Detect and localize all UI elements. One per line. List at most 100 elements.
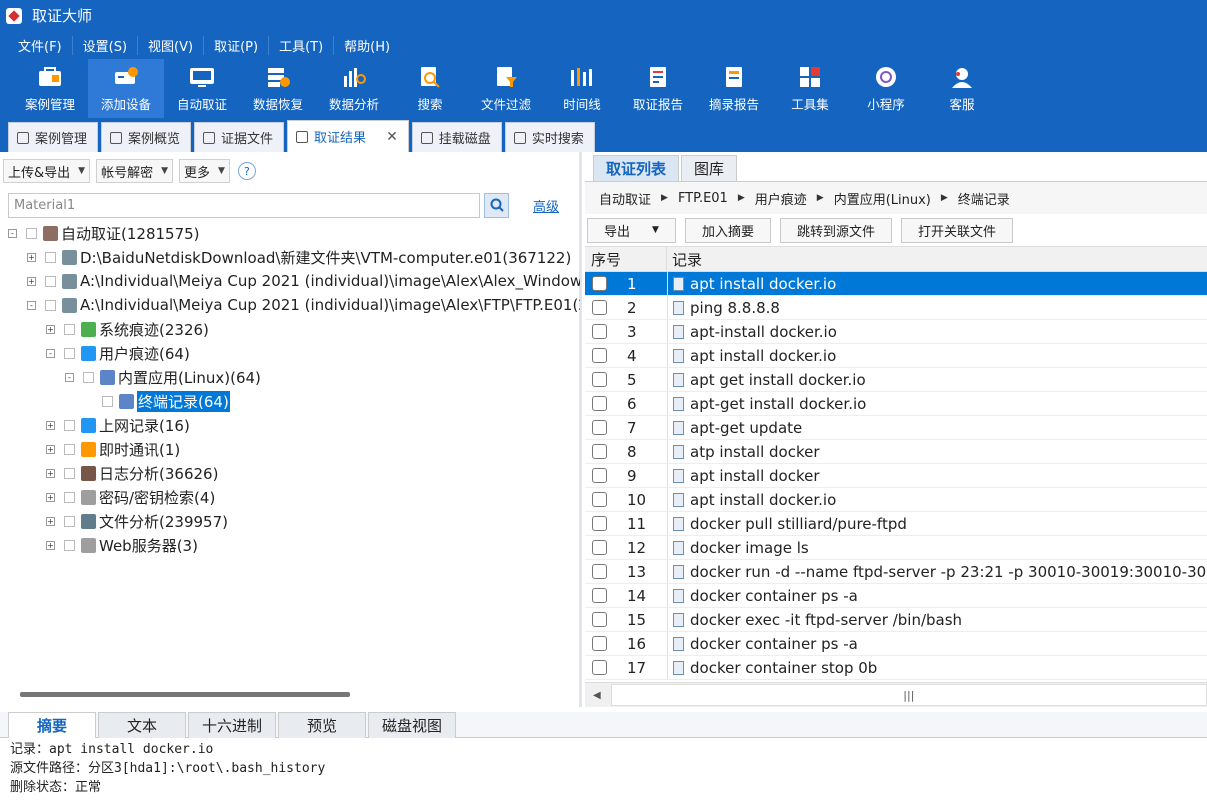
tree-checkbox[interactable]: [26, 227, 37, 239]
tree-node[interactable]: + 系统痕迹(2326): [0, 317, 580, 341]
expand-icon[interactable]: +: [27, 276, 36, 286]
tree-checkbox[interactable]: [64, 539, 75, 551]
menu-file[interactable]: 文件(F): [8, 35, 73, 55]
file-filter-button[interactable]: 文件过滤: [468, 59, 544, 118]
expand-icon[interactable]: [84, 397, 93, 406]
table-row[interactable]: 10 apt install docker.io: [585, 488, 1207, 512]
tab-mount-disk[interactable]: 挂载磁盘: [411, 122, 502, 152]
row-checkbox[interactable]: [592, 660, 607, 675]
row-checkbox[interactable]: [592, 588, 607, 603]
scroll-thumb[interactable]: |||: [610, 684, 1207, 706]
row-checkbox[interactable]: [592, 276, 607, 291]
breadcrumb-item[interactable]: 自动取证: [599, 189, 651, 208]
expand-icon[interactable]: +: [46, 324, 55, 334]
table-row[interactable]: 5 apt get install docker.io: [585, 368, 1207, 392]
advanced-search-link[interactable]: 高级: [533, 196, 559, 215]
help-icon[interactable]: ?: [237, 162, 256, 180]
jump-to-source-button[interactable]: 跳转到源文件: [779, 217, 892, 243]
table-horizontal-scrollbar[interactable]: ◀ |||: [585, 682, 1207, 707]
tree-node[interactable]: + 日志分析(36626): [0, 461, 580, 485]
tree-node[interactable]: - 内置应用(Linux)(64): [0, 365, 580, 389]
table-row[interactable]: 15 docker exec -it ftpd-server /bin/bash: [585, 608, 1207, 632]
table-row[interactable]: 3 apt-install docker.io: [585, 320, 1207, 344]
export-button[interactable]: 导出 ▼: [587, 217, 676, 243]
tab-summary[interactable]: 摘要: [8, 712, 96, 738]
customer-service-button[interactable]: 客服: [924, 59, 1000, 118]
tab-case-management[interactable]: 案例管理: [8, 122, 99, 152]
account-decrypt-dropdown[interactable]: 帐号解密 ▼: [96, 159, 173, 183]
tree-node[interactable]: + 文件分析(239957): [0, 509, 580, 533]
row-checkbox[interactable]: [592, 468, 607, 483]
expand-icon[interactable]: +: [46, 468, 55, 478]
excerpt-report-button[interactable]: 摘录报告: [696, 59, 772, 118]
menu-help[interactable]: 帮助(H): [334, 36, 400, 55]
tab-case-overview[interactable]: 案例概览: [101, 122, 192, 152]
auto-forensics-button[interactable]: 自动取证: [164, 59, 240, 118]
tab-hex[interactable]: 十六进制: [188, 712, 276, 738]
horizontal-scrollbar[interactable]: [20, 692, 350, 697]
forensics-report-button[interactable]: 取证报告: [620, 59, 696, 118]
table-row[interactable]: 14 docker container ps -a: [585, 584, 1207, 608]
expand-icon[interactable]: +: [46, 492, 55, 502]
expand-icon[interactable]: +: [46, 516, 55, 526]
tree-node[interactable]: - A:\Individual\Meiya Cup 2021 (individua…: [0, 293, 580, 317]
open-related-file-button[interactable]: 打开关联文件: [900, 217, 1013, 243]
menu-settings[interactable]: 设置(S): [73, 35, 139, 55]
tree-node[interactable]: - 用户痕迹(64): [0, 341, 580, 365]
row-checkbox[interactable]: [592, 612, 607, 627]
table-row[interactable]: 17 docker container stop 0b: [585, 656, 1207, 680]
expand-icon[interactable]: +: [46, 540, 55, 550]
tree-checkbox[interactable]: [64, 323, 75, 335]
tree-node[interactable]: + D:\BaiduNetdiskDownload\新建文件夹\VTM-compu…: [0, 245, 580, 269]
row-checkbox[interactable]: [592, 444, 607, 459]
tree-checkbox[interactable]: [45, 275, 56, 287]
breadcrumb-item[interactable]: 终端记录: [958, 189, 1010, 208]
more-dropdown[interactable]: 更多 ▼: [179, 159, 230, 183]
tab-realtime-search[interactable]: 实时搜索: [504, 122, 595, 152]
add-summary-button[interactable]: 加入摘要: [684, 217, 771, 243]
tree-node[interactable]: + Web服务器(3): [0, 533, 580, 557]
tree-checkbox[interactable]: [64, 419, 75, 431]
row-checkbox[interactable]: [592, 348, 607, 363]
toolset-button[interactable]: 工具集: [772, 59, 848, 118]
scroll-left-icon[interactable]: ◀: [593, 690, 601, 701]
column-header-record[interactable]: 记录: [667, 249, 702, 270]
row-checkbox[interactable]: [592, 492, 607, 507]
tree-node[interactable]: + 上网记录(16): [0, 413, 580, 437]
menu-view[interactable]: 视图(V): [138, 35, 205, 55]
tree-checkbox[interactable]: [64, 491, 75, 503]
data-analysis-button[interactable]: 数据分析: [316, 59, 392, 118]
expand-icon[interactable]: +: [46, 420, 55, 430]
tab-gallery[interactable]: 图库: [681, 155, 738, 181]
column-header-num[interactable]: 序号: [585, 247, 667, 271]
table-row[interactable]: 8 atp install docker: [585, 440, 1207, 464]
search-button[interactable]: [484, 192, 509, 218]
tree-node[interactable]: 终端记录(64): [0, 389, 580, 413]
table-row[interactable]: 9 apt install docker: [585, 464, 1207, 488]
tab-forensics-list[interactable]: 取证列表: [593, 155, 680, 181]
row-checkbox[interactable]: [592, 516, 607, 531]
collapse-icon[interactable]: -: [27, 300, 36, 310]
expand-icon[interactable]: +: [46, 444, 55, 454]
row-checkbox[interactable]: [592, 396, 607, 411]
table-row[interactable]: 7 apt-get update: [585, 416, 1207, 440]
menu-forensics[interactable]: 取证(P): [204, 35, 270, 55]
tab-evidence-files[interactable]: 证据文件: [194, 122, 285, 152]
breadcrumb-item[interactable]: 用户痕迹: [755, 189, 807, 208]
tree-node[interactable]: + 即时通讯(1): [0, 437, 580, 461]
search-button[interactable]: 搜索: [392, 59, 468, 118]
row-checkbox[interactable]: [592, 324, 607, 339]
tree-checkbox[interactable]: [83, 371, 94, 383]
table-row[interactable]: 2 ping 8.8.8.8: [585, 296, 1207, 320]
tab-text[interactable]: 文本: [98, 712, 186, 738]
breadcrumb-item[interactable]: FTP.E01: [678, 191, 728, 206]
data-recovery-button[interactable]: 数据恢复: [240, 59, 316, 118]
table-row[interactable]: 1 apt install docker.io: [585, 272, 1207, 296]
tree-checkbox[interactable]: [64, 443, 75, 455]
row-checkbox[interactable]: [592, 372, 607, 387]
tab-disk-view[interactable]: 磁盘视图: [368, 712, 456, 738]
expand-icon[interactable]: +: [27, 252, 36, 262]
tree-checkbox[interactable]: [64, 515, 75, 527]
table-row[interactable]: 12 docker image ls: [585, 536, 1207, 560]
mini-program-button[interactable]: 小程序: [848, 59, 924, 118]
